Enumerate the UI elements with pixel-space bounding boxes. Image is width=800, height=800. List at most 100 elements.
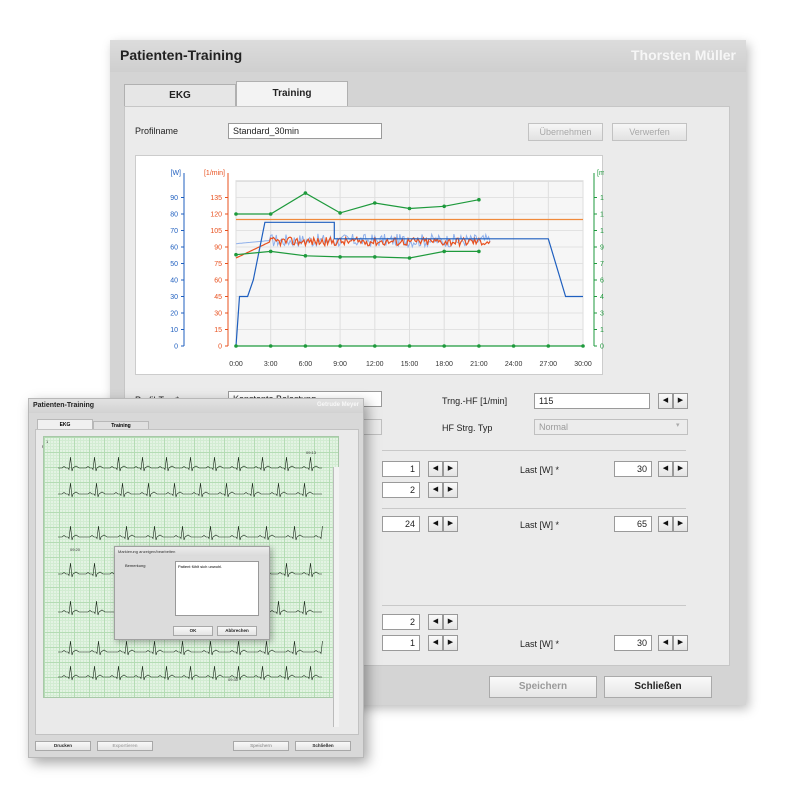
decrement-icon[interactable]: ◀ xyxy=(428,516,443,532)
decrement-icon[interactable]: ◀ xyxy=(428,614,443,630)
series-point xyxy=(477,197,481,202)
ecg-trace xyxy=(58,640,323,656)
increment-icon[interactable]: ▶ xyxy=(673,393,688,409)
decrement-icon[interactable]: ◀ xyxy=(428,461,443,477)
series-point xyxy=(442,344,447,348)
ekg-title-bar: Patienten-Training Getrude Meyer xyxy=(29,399,363,413)
phase-value-4[interactable]: 2 xyxy=(382,614,420,630)
profile-name-input[interactable]: Standard_30min xyxy=(228,123,382,139)
y-tick-label: 0 xyxy=(600,344,604,351)
increment-icon[interactable]: ▶ xyxy=(443,635,458,651)
ekg-patient-name: Getrude Meyer xyxy=(316,402,359,408)
increment-icon[interactable]: ▶ xyxy=(443,482,458,498)
y-tick-label: 90 xyxy=(170,195,178,202)
series-point xyxy=(407,344,412,348)
decrement-icon[interactable]: ◀ xyxy=(428,482,443,498)
increment-icon[interactable]: ▶ xyxy=(673,635,688,651)
increment-icon[interactable]: ▶ xyxy=(443,516,458,532)
phase-value-3[interactable]: 24 xyxy=(382,516,420,532)
y-tick-label: 15 xyxy=(600,327,604,334)
remark-textarea[interactable]: Patient fühlt sich unwohl. xyxy=(175,561,259,616)
decrement-icon[interactable]: ◀ xyxy=(658,516,673,532)
ekg-save-button[interactable]: Speichern xyxy=(233,741,289,751)
phase-stepper-5[interactable]: ◀ ▶ xyxy=(428,635,458,651)
y-tick-label: 90 xyxy=(600,245,604,252)
ecg-trace xyxy=(58,456,322,472)
y-tick-label: 30 xyxy=(170,294,178,301)
increment-icon[interactable]: ▶ xyxy=(673,516,688,532)
tab-training[interactable]: Training xyxy=(236,81,348,107)
load-value-1[interactable]: 30 xyxy=(614,461,652,477)
y-tick-label: 120 xyxy=(600,212,604,219)
ecg-trace xyxy=(58,665,322,681)
save-button[interactable]: Speichern xyxy=(489,676,597,698)
series-point xyxy=(407,206,412,211)
phase-value-2[interactable]: 2 xyxy=(382,482,420,498)
series-point xyxy=(268,212,273,216)
decrement-icon[interactable]: ◀ xyxy=(658,393,673,409)
y-tick-label: 10 xyxy=(170,327,178,334)
series-point xyxy=(442,204,447,209)
phase-stepper-2[interactable]: ◀ ▶ xyxy=(428,482,458,498)
load-stepper-1[interactable]: ◀ ▶ xyxy=(658,461,688,477)
cancel-button[interactable]: Abbrechen xyxy=(217,626,257,636)
y-tick-label: 135 xyxy=(600,195,604,202)
load-label-1: Last [W] * xyxy=(520,465,560,475)
print-button[interactable]: Drucken xyxy=(35,741,91,751)
y-tick-label: 75 xyxy=(600,261,604,268)
y-tick-label: 0 xyxy=(218,344,222,351)
increment-icon[interactable]: ▶ xyxy=(673,461,688,477)
ecg-trace xyxy=(58,482,322,498)
decrement-icon[interactable]: ◀ xyxy=(428,635,443,651)
x-tick-label: 15:00 xyxy=(401,361,419,368)
time-tag: 09:13 xyxy=(306,450,317,455)
y-tick-label: 50 xyxy=(170,261,178,268)
decrement-icon[interactable]: ◀ xyxy=(658,635,673,651)
increment-icon[interactable]: ▶ xyxy=(443,614,458,630)
dialog-title: Markierung anzeigen/bearbeiten xyxy=(115,547,269,556)
profile-label: Profilname xyxy=(135,126,179,136)
series-point xyxy=(234,344,238,348)
load-stepper-2[interactable]: ◀ ▶ xyxy=(658,516,688,532)
training-hf-input[interactable]: 115 xyxy=(534,393,650,409)
apply-button[interactable]: Übernehmen xyxy=(528,123,603,141)
load-value-3[interactable]: 30 xyxy=(614,635,652,651)
hf-control-select[interactable]: Normal xyxy=(534,419,688,435)
series-point xyxy=(303,254,308,258)
phase-stepper-3[interactable]: ◀ ▶ xyxy=(428,516,458,532)
title-bar: Patienten-Training Thorsten Müller xyxy=(110,40,746,72)
series-point xyxy=(234,252,238,257)
y-tick-label: 70 xyxy=(170,228,178,235)
series-point xyxy=(373,344,377,348)
export-button[interactable]: Exportieren xyxy=(97,741,153,751)
series-point xyxy=(234,212,238,216)
phase-value-1[interactable]: 1 xyxy=(382,461,420,477)
x-tick-label: 12:00 xyxy=(366,361,384,368)
close-button[interactable]: Schließen xyxy=(604,676,712,698)
discard-button[interactable]: Verwerfen xyxy=(612,123,687,141)
series-point xyxy=(407,256,412,260)
time-tag: 09:30 xyxy=(228,677,239,682)
x-tick-label: 3:00 xyxy=(264,361,278,368)
training-hf-stepper[interactable]: ◀ ▶ xyxy=(658,393,688,409)
ekg-close-button[interactable]: Schließen xyxy=(295,741,351,751)
y-tick-label: 45 xyxy=(600,294,604,301)
series-point xyxy=(338,344,342,348)
decrement-icon[interactable]: ◀ xyxy=(658,461,673,477)
series-point xyxy=(581,344,585,348)
increment-icon[interactable]: ▶ xyxy=(443,461,458,477)
patient-name: Thorsten Müller xyxy=(630,47,736,63)
time-tag: 09:20 xyxy=(70,547,81,552)
load-label-2: Last [W] * xyxy=(520,520,560,530)
phase-value-5[interactable]: 1 xyxy=(382,635,420,651)
window-title: Patienten-Training xyxy=(120,47,243,63)
tab-ekg[interactable]: EKG xyxy=(124,84,236,106)
phase-stepper-1[interactable]: ◀ ▶ xyxy=(428,461,458,477)
load-value-2[interactable]: 65 xyxy=(614,516,652,532)
phase-stepper-4[interactable]: ◀ ▶ xyxy=(428,614,458,630)
load-stepper-3[interactable]: ◀ ▶ xyxy=(658,635,688,651)
ok-button[interactable]: OK xyxy=(173,626,213,636)
ekg-scrollbar[interactable] xyxy=(333,467,339,727)
y-tick-label: 60 xyxy=(600,278,604,285)
y-axis-unit: [W] xyxy=(171,170,182,177)
